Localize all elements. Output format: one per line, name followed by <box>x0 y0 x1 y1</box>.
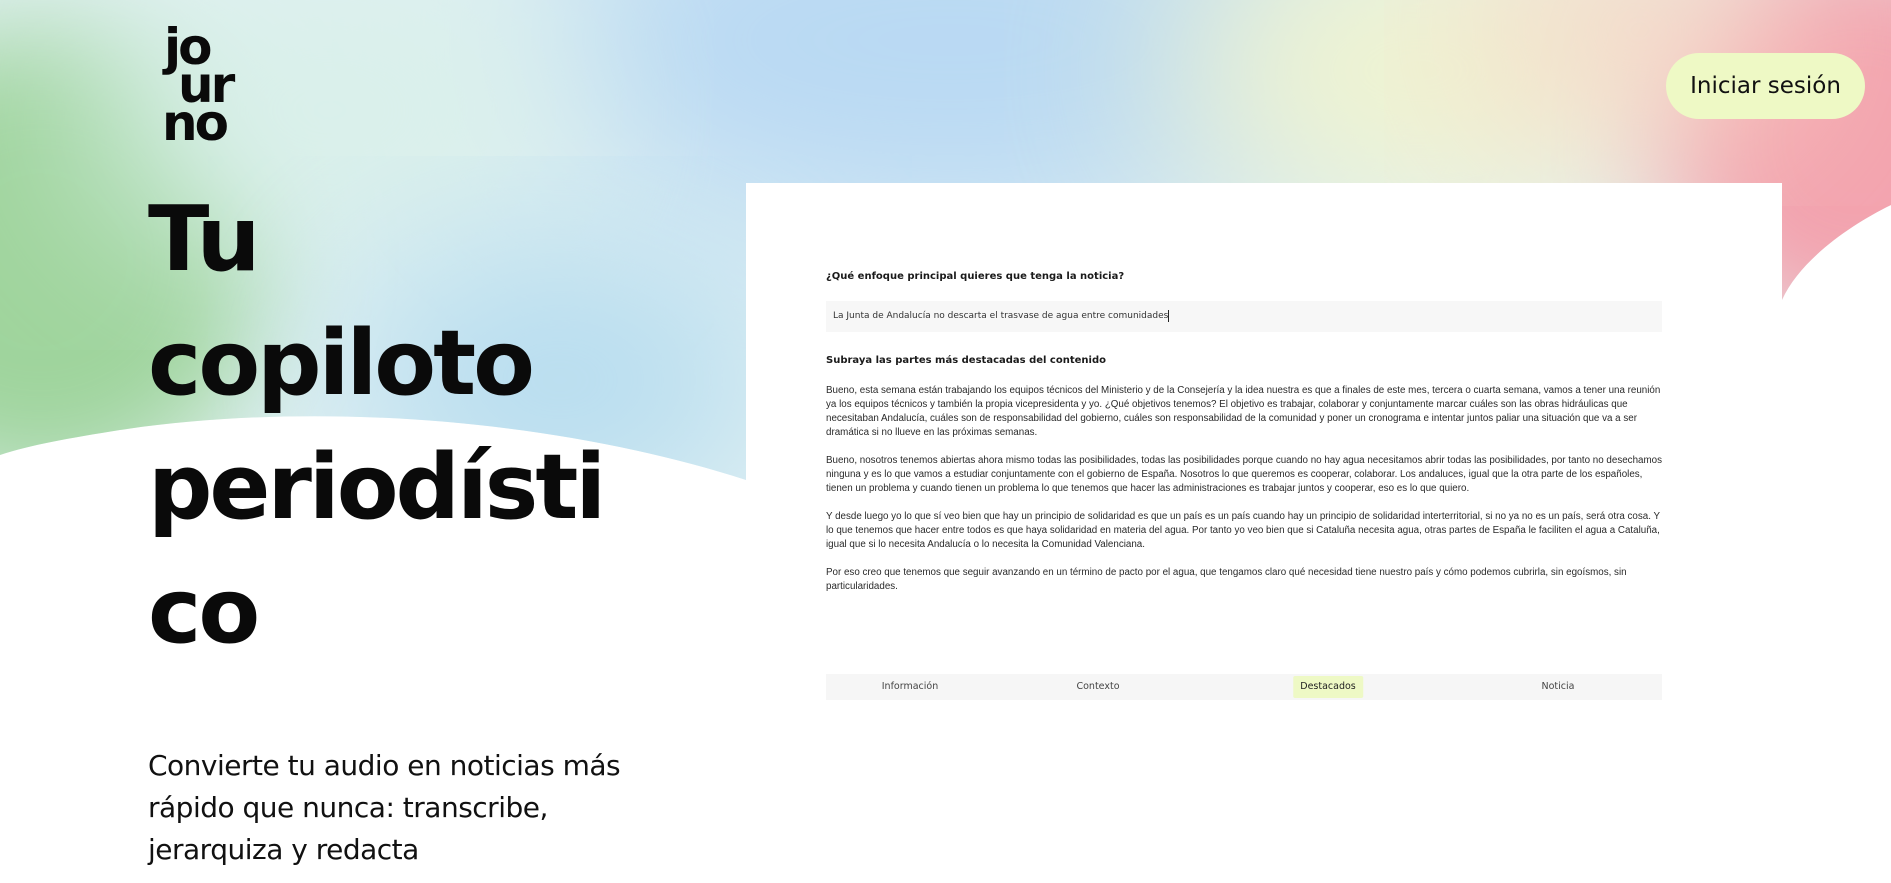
focus-input-value: La Junta de Andalucía no descarta el tra… <box>833 311 1169 321</box>
hero-title: Tu copiloto periodísti co <box>148 178 748 674</box>
journo-logo[interactable]: jo ur no <box>160 16 260 156</box>
hero-subtitle: Convierte tu audio en noticias más rápid… <box>148 749 621 866</box>
step-tab-informacion[interactable]: Información <box>875 679 946 695</box>
transcript-paragraph[interactable]: Bueno, esta semana están trabajando los … <box>826 384 1662 440</box>
hero-title-line: Tu <box>148 187 261 292</box>
text-caret <box>1168 309 1170 322</box>
focus-input[interactable]: La Junta de Andalucía no descarta el tra… <box>826 301 1662 332</box>
hero-title-line: co <box>148 559 260 664</box>
demo-screenshot-card: ¿Qué enfoque principal quieres que tenga… <box>746 183 1782 727</box>
hero-title-line: periodísti <box>148 435 606 540</box>
login-button[interactable]: Iniciar sesión <box>1666 53 1865 119</box>
step-tabs: Información Contexto Destacados Noticia <box>826 674 1662 700</box>
step-tab-contexto[interactable]: Contexto <box>1069 679 1126 695</box>
transcript-paragraph[interactable]: Bueno, nosotros tenemos abiertas ahora m… <box>826 454 1662 496</box>
transcript-text[interactable]: Bueno, esta semana están trabajando los … <box>826 384 1662 608</box>
highlight-instruction-label: Subraya las partes más destacadas del co… <box>826 355 1106 366</box>
transcript-paragraph[interactable]: Por eso creo que tenemos que seguir avan… <box>826 566 1662 594</box>
logo-text-line-3: no <box>162 94 229 152</box>
step-tab-destacados[interactable]: Destacados <box>1293 676 1363 698</box>
step-tab-noticia[interactable]: Noticia <box>1535 679 1582 695</box>
focus-question-label: ¿Qué enfoque principal quieres que tenga… <box>826 271 1125 282</box>
transcript-paragraph[interactable]: Y desde luego yo lo que sí veo bien que … <box>826 510 1662 552</box>
hero-title-line: copiloto <box>148 311 535 416</box>
